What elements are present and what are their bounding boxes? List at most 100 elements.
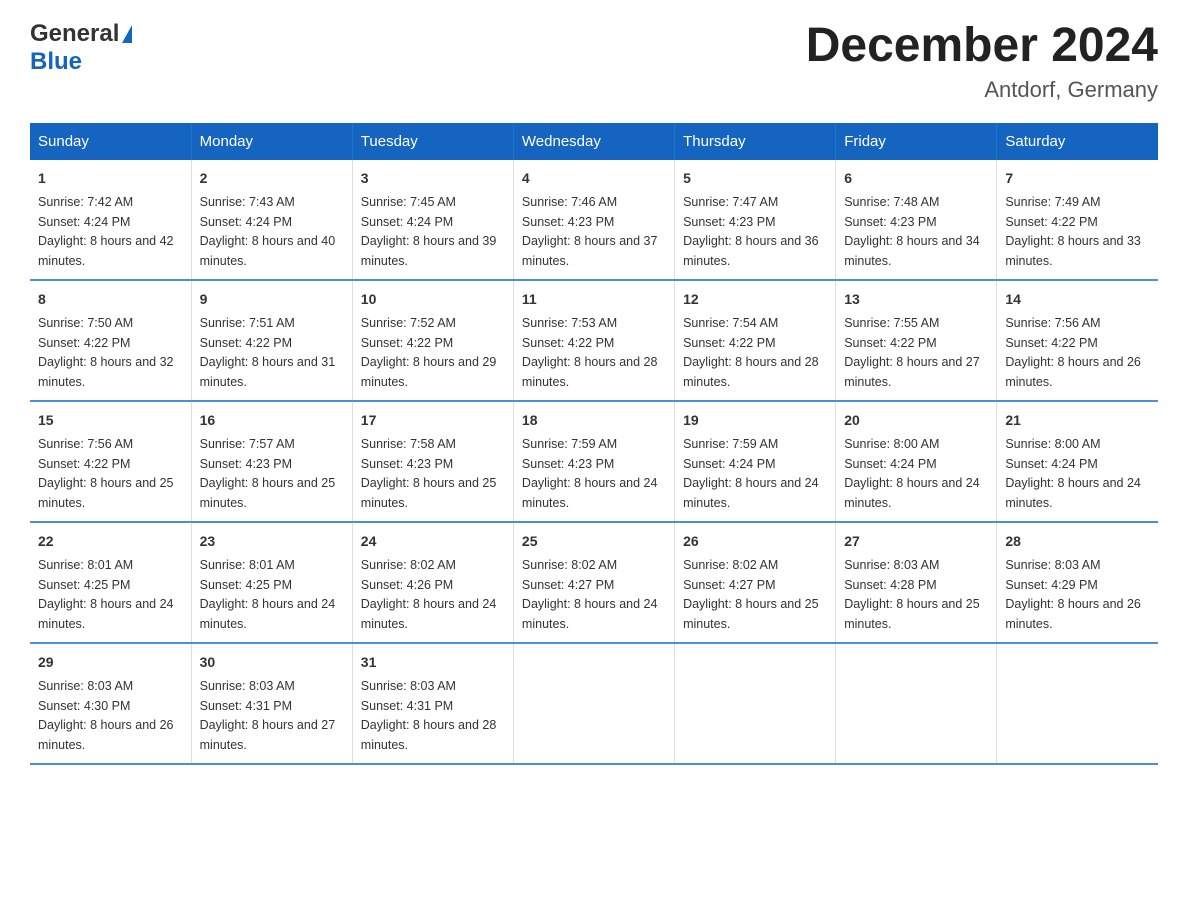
calendar-day-cell xyxy=(836,643,997,764)
day-info: Sunrise: 7:57 AMSunset: 4:23 PMDaylight:… xyxy=(200,437,336,510)
day-info: Sunrise: 7:46 AMSunset: 4:23 PMDaylight:… xyxy=(522,195,658,268)
day-info: Sunrise: 7:49 AMSunset: 4:22 PMDaylight:… xyxy=(1005,195,1141,268)
calendar-day-cell: 22 Sunrise: 8:01 AMSunset: 4:25 PMDaylig… xyxy=(30,522,191,643)
logo-general: General xyxy=(30,20,119,48)
calendar-day-cell xyxy=(513,643,674,764)
day-info: Sunrise: 7:55 AMSunset: 4:22 PMDaylight:… xyxy=(844,316,980,389)
calendar-day-cell xyxy=(675,643,836,764)
calendar-day-cell: 16 Sunrise: 7:57 AMSunset: 4:23 PMDaylig… xyxy=(191,401,352,522)
day-info: Sunrise: 7:59 AMSunset: 4:24 PMDaylight:… xyxy=(683,437,819,510)
day-number: 21 xyxy=(1005,410,1150,431)
day-info: Sunrise: 7:47 AMSunset: 4:23 PMDaylight:… xyxy=(683,195,819,268)
calendar-day-cell: 28 Sunrise: 8:03 AMSunset: 4:29 PMDaylig… xyxy=(997,522,1158,643)
day-number: 25 xyxy=(522,531,666,552)
header-sunday: Sunday xyxy=(30,123,191,160)
day-info: Sunrise: 7:43 AMSunset: 4:24 PMDaylight:… xyxy=(200,195,336,268)
day-info: Sunrise: 7:50 AMSunset: 4:22 PMDaylight:… xyxy=(38,316,174,389)
day-number: 13 xyxy=(844,289,988,310)
location-title: Antdorf, Germany xyxy=(806,77,1158,103)
day-number: 9 xyxy=(200,289,344,310)
day-info: Sunrise: 8:03 AMSunset: 4:31 PMDaylight:… xyxy=(361,679,497,752)
calendar-day-cell: 24 Sunrise: 8:02 AMSunset: 4:26 PMDaylig… xyxy=(352,522,513,643)
day-info: Sunrise: 8:03 AMSunset: 4:28 PMDaylight:… xyxy=(844,558,980,631)
day-info: Sunrise: 7:59 AMSunset: 4:23 PMDaylight:… xyxy=(522,437,658,510)
day-number: 7 xyxy=(1005,168,1150,189)
day-info: Sunrise: 8:01 AMSunset: 4:25 PMDaylight:… xyxy=(38,558,174,631)
calendar-day-cell: 14 Sunrise: 7:56 AMSunset: 4:22 PMDaylig… xyxy=(997,280,1158,401)
page-header: General Blue December 2024 Antdorf, Germ… xyxy=(30,20,1158,103)
day-number: 12 xyxy=(683,289,827,310)
calendar-week-row: 1 Sunrise: 7:42 AMSunset: 4:24 PMDayligh… xyxy=(30,160,1158,280)
day-info: Sunrise: 7:42 AMSunset: 4:24 PMDaylight:… xyxy=(38,195,174,268)
day-number: 17 xyxy=(361,410,505,431)
calendar-header-row: Sunday Monday Tuesday Wednesday Thursday… xyxy=(30,123,1158,160)
calendar-week-row: 15 Sunrise: 7:56 AMSunset: 4:22 PMDaylig… xyxy=(30,401,1158,522)
day-number: 20 xyxy=(844,410,988,431)
day-info: Sunrise: 8:02 AMSunset: 4:26 PMDaylight:… xyxy=(361,558,497,631)
day-number: 3 xyxy=(361,168,505,189)
day-number: 29 xyxy=(38,652,183,673)
calendar-day-cell: 31 Sunrise: 8:03 AMSunset: 4:31 PMDaylig… xyxy=(352,643,513,764)
day-info: Sunrise: 8:03 AMSunset: 4:30 PMDaylight:… xyxy=(38,679,174,752)
calendar-day-cell: 29 Sunrise: 8:03 AMSunset: 4:30 PMDaylig… xyxy=(30,643,191,764)
logo-blue: Blue xyxy=(30,48,82,75)
calendar-day-cell: 10 Sunrise: 7:52 AMSunset: 4:22 PMDaylig… xyxy=(352,280,513,401)
calendar-day-cell: 7 Sunrise: 7:49 AMSunset: 4:22 PMDayligh… xyxy=(997,160,1158,280)
day-number: 6 xyxy=(844,168,988,189)
day-number: 18 xyxy=(522,410,666,431)
calendar-day-cell: 18 Sunrise: 7:59 AMSunset: 4:23 PMDaylig… xyxy=(513,401,674,522)
calendar-day-cell: 2 Sunrise: 7:43 AMSunset: 4:24 PMDayligh… xyxy=(191,160,352,280)
day-info: Sunrise: 7:56 AMSunset: 4:22 PMDaylight:… xyxy=(38,437,174,510)
day-number: 23 xyxy=(200,531,344,552)
calendar-day-cell: 6 Sunrise: 7:48 AMSunset: 4:23 PMDayligh… xyxy=(836,160,997,280)
header-friday: Friday xyxy=(836,123,997,160)
day-info: Sunrise: 8:00 AMSunset: 4:24 PMDaylight:… xyxy=(1005,437,1141,510)
calendar-day-cell: 21 Sunrise: 8:00 AMSunset: 4:24 PMDaylig… xyxy=(997,401,1158,522)
calendar-week-row: 8 Sunrise: 7:50 AMSunset: 4:22 PMDayligh… xyxy=(30,280,1158,401)
day-number: 10 xyxy=(361,289,505,310)
calendar-day-cell: 13 Sunrise: 7:55 AMSunset: 4:22 PMDaylig… xyxy=(836,280,997,401)
day-info: Sunrise: 7:48 AMSunset: 4:23 PMDaylight:… xyxy=(844,195,980,268)
calendar-day-cell: 17 Sunrise: 7:58 AMSunset: 4:23 PMDaylig… xyxy=(352,401,513,522)
calendar-day-cell: 30 Sunrise: 8:03 AMSunset: 4:31 PMDaylig… xyxy=(191,643,352,764)
calendar-week-row: 22 Sunrise: 8:01 AMSunset: 4:25 PMDaylig… xyxy=(30,522,1158,643)
header-monday: Monday xyxy=(191,123,352,160)
day-info: Sunrise: 8:01 AMSunset: 4:25 PMDaylight:… xyxy=(200,558,336,631)
calendar-day-cell: 25 Sunrise: 8:02 AMSunset: 4:27 PMDaylig… xyxy=(513,522,674,643)
calendar-week-row: 29 Sunrise: 8:03 AMSunset: 4:30 PMDaylig… xyxy=(30,643,1158,764)
calendar-day-cell xyxy=(997,643,1158,764)
calendar-day-cell: 23 Sunrise: 8:01 AMSunset: 4:25 PMDaylig… xyxy=(191,522,352,643)
day-number: 2 xyxy=(200,168,344,189)
day-info: Sunrise: 7:58 AMSunset: 4:23 PMDaylight:… xyxy=(361,437,497,510)
day-number: 27 xyxy=(844,531,988,552)
day-info: Sunrise: 8:03 AMSunset: 4:31 PMDaylight:… xyxy=(200,679,336,752)
day-info: Sunrise: 8:02 AMSunset: 4:27 PMDaylight:… xyxy=(522,558,658,631)
day-number: 1 xyxy=(38,168,183,189)
calendar-day-cell: 26 Sunrise: 8:02 AMSunset: 4:27 PMDaylig… xyxy=(675,522,836,643)
day-number: 28 xyxy=(1005,531,1150,552)
day-number: 26 xyxy=(683,531,827,552)
day-number: 16 xyxy=(200,410,344,431)
logo: General Blue xyxy=(30,20,132,76)
day-number: 14 xyxy=(1005,289,1150,310)
calendar-day-cell: 12 Sunrise: 7:54 AMSunset: 4:22 PMDaylig… xyxy=(675,280,836,401)
calendar-day-cell: 1 Sunrise: 7:42 AMSunset: 4:24 PMDayligh… xyxy=(30,160,191,280)
calendar-day-cell: 3 Sunrise: 7:45 AMSunset: 4:24 PMDayligh… xyxy=(352,160,513,280)
calendar-day-cell: 9 Sunrise: 7:51 AMSunset: 4:22 PMDayligh… xyxy=(191,280,352,401)
calendar-table: Sunday Monday Tuesday Wednesday Thursday… xyxy=(30,123,1158,765)
header-saturday: Saturday xyxy=(997,123,1158,160)
day-number: 4 xyxy=(522,168,666,189)
day-number: 11 xyxy=(522,289,666,310)
calendar-day-cell: 19 Sunrise: 7:59 AMSunset: 4:24 PMDaylig… xyxy=(675,401,836,522)
day-number: 24 xyxy=(361,531,505,552)
calendar-day-cell: 15 Sunrise: 7:56 AMSunset: 4:22 PMDaylig… xyxy=(30,401,191,522)
day-info: Sunrise: 8:00 AMSunset: 4:24 PMDaylight:… xyxy=(844,437,980,510)
day-number: 19 xyxy=(683,410,827,431)
calendar-day-cell: 8 Sunrise: 7:50 AMSunset: 4:22 PMDayligh… xyxy=(30,280,191,401)
day-info: Sunrise: 8:02 AMSunset: 4:27 PMDaylight:… xyxy=(683,558,819,631)
day-info: Sunrise: 7:56 AMSunset: 4:22 PMDaylight:… xyxy=(1005,316,1141,389)
day-number: 15 xyxy=(38,410,183,431)
day-number: 8 xyxy=(38,289,183,310)
day-info: Sunrise: 7:45 AMSunset: 4:24 PMDaylight:… xyxy=(361,195,497,268)
day-info: Sunrise: 8:03 AMSunset: 4:29 PMDaylight:… xyxy=(1005,558,1141,631)
